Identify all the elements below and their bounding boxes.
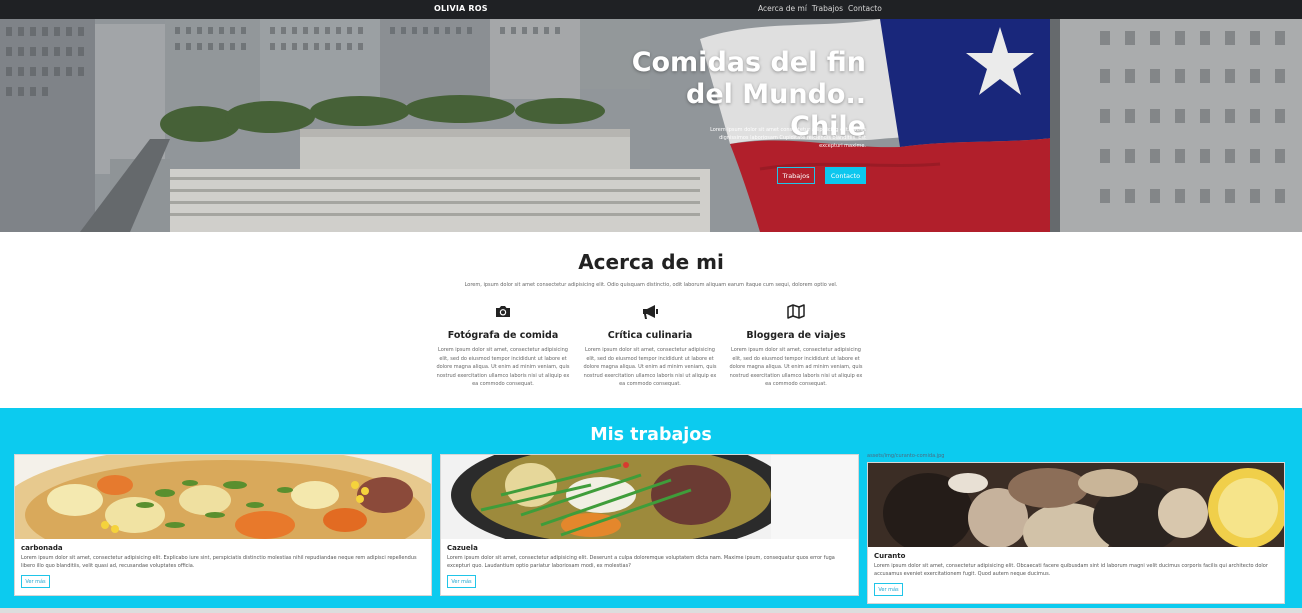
feature-title: Bloggera de viajes bbox=[746, 330, 846, 341]
card-title: carbonada bbox=[21, 544, 63, 552]
curanto-photo bbox=[868, 463, 1284, 547]
cazuela-photo bbox=[441, 455, 858, 539]
map-icon bbox=[787, 304, 805, 319]
nav-links: Acerca de mí Trabajos Contacto bbox=[758, 4, 882, 13]
feature-title: Crítica culinaria bbox=[607, 330, 693, 341]
work-card-curanto: Curanto Lorem ipsum dolor sit amet, cons… bbox=[867, 462, 1285, 604]
hero-text-line-2: dignissimos laboriosam Cupiditate reicie… bbox=[719, 135, 866, 141]
card-title: Curanto bbox=[874, 552, 906, 560]
ver-mas-button[interactable]: Ver más bbox=[874, 583, 903, 596]
trabajos-button[interactable]: Trabajos bbox=[777, 167, 815, 184]
feature-text: Lorem ipsum dolor sit amet, consectetur … bbox=[729, 347, 863, 387]
ver-mas-button[interactable]: Ver más bbox=[21, 575, 50, 588]
work-card-cazuela: Cazuela Lorem ipsum dolor sit amet, cons… bbox=[440, 454, 859, 596]
feature-text: Lorem ipsum dolor sit amet, consectetur … bbox=[436, 347, 570, 387]
works-section: Mis trabajos carbonada Lorem ipsum dolor… bbox=[0, 408, 1302, 613]
brand-logo[interactable]: OLIVIA ROS bbox=[434, 4, 488, 13]
hero-text-line-1: Lorem ipsum dolor sit amet consectetur a… bbox=[710, 127, 866, 133]
ver-mas-button[interactable]: Ver más bbox=[447, 575, 476, 588]
navbar: OLIVIA ROS Acerca de mí Trabajos Contact… bbox=[0, 0, 1302, 19]
card-text: Lorem ipsum dolor sit amet, consectetur … bbox=[21, 555, 417, 569]
works-title: Mis trabajos bbox=[590, 425, 712, 445]
about-intro: Lorem, ipsum dolor sit amet consectetur … bbox=[464, 282, 838, 288]
card-text: Lorem ipsum dolor sit amet, consectetur … bbox=[447, 555, 835, 569]
feature-travel-blogger: Bloggera de viajes Lorem ipsum dolor sit… bbox=[726, 304, 866, 389]
hero-buttons: Trabajos Contacto bbox=[777, 167, 866, 184]
hero-text: Lorem ipsum dolor sit amet consectetur a… bbox=[612, 126, 866, 150]
hero-section: Comidas del fin del Mundo.. Chile Lorem … bbox=[0, 19, 1302, 232]
feature-food-photographer: Fotógrafa de comida Lorem ipsum dolor si… bbox=[433, 304, 573, 389]
feature-food-critic: Crítica culinaria Lorem ipsum dolor sit … bbox=[580, 304, 720, 389]
broken-image-path: assets/img/curanto-comida.jpg bbox=[867, 453, 945, 459]
megaphone-icon bbox=[643, 305, 658, 319]
about-section: Acerca de mi Lorem, ipsum dolor sit amet… bbox=[0, 232, 1302, 408]
work-card-carbonada: carbonada Lorem ipsum dolor sit amet, co… bbox=[14, 454, 432, 596]
contacto-button[interactable]: Contacto bbox=[825, 167, 866, 184]
feature-title: Fotógrafa de comida bbox=[447, 330, 559, 341]
nav-link-acerca[interactable]: Acerca de mí bbox=[758, 4, 807, 13]
page-bottom-edge bbox=[0, 608, 1302, 613]
card-title: Cazuela bbox=[447, 544, 478, 552]
hero-text-line-3: excepturi maxime. bbox=[819, 143, 866, 149]
about-title: Acerca de mi bbox=[578, 250, 724, 274]
camera-icon bbox=[496, 306, 510, 317]
card-text: Lorem ipsum dolor sit amet, consectetur … bbox=[874, 563, 1268, 577]
hero-title-line-1: Comidas del fin bbox=[631, 47, 866, 78]
carbonada-photo bbox=[15, 455, 431, 539]
feature-text: Lorem ipsum dolor sit amet, consectetur … bbox=[583, 347, 717, 387]
nav-link-trabajos[interactable]: Trabajos bbox=[812, 4, 843, 13]
nav-link-contacto[interactable]: Contacto bbox=[848, 4, 882, 13]
